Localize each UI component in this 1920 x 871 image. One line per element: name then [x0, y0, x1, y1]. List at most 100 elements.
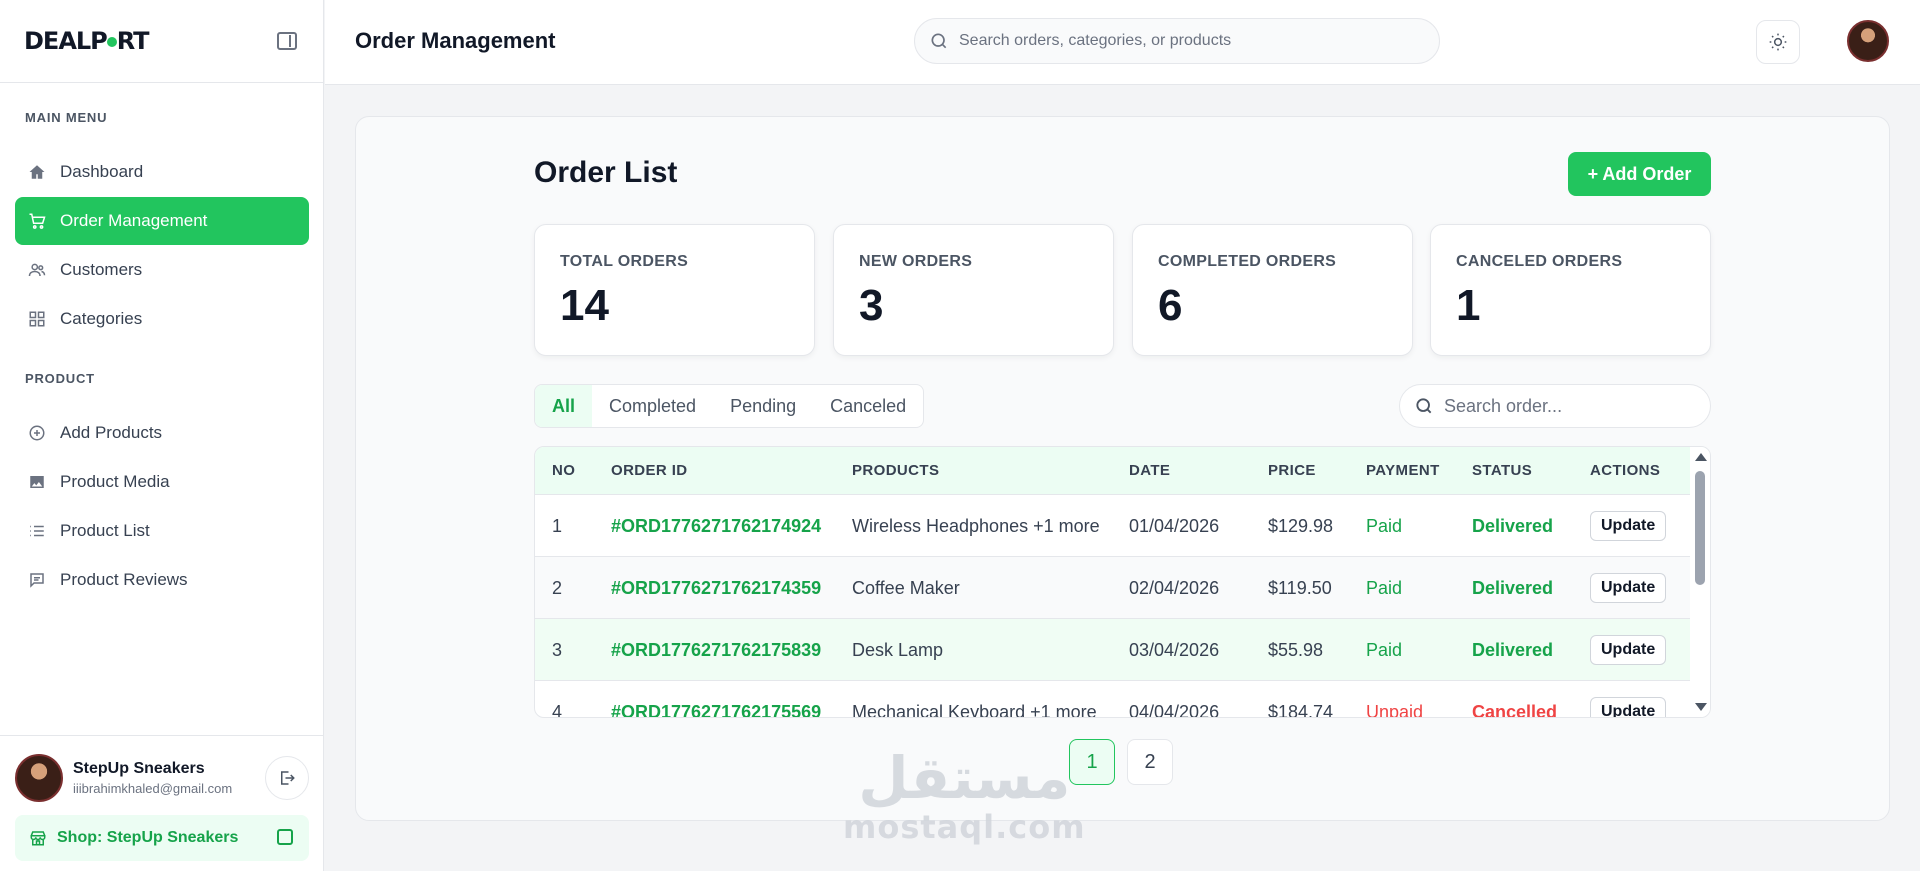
column-header-no: NO: [552, 462, 576, 479]
user-info: StepUp Sneakers iiibrahimkhaled@gmail.co…: [73, 760, 232, 796]
cell-price: $119.50: [1268, 577, 1332, 598]
message-icon: [28, 571, 46, 589]
column-header-products: PRODUCTS: [852, 462, 940, 479]
sidebar-item-product-list[interactable]: Product List: [15, 507, 309, 555]
scroll-up-icon[interactable]: [1695, 453, 1707, 461]
main-menu-title: MAIN MENU: [25, 110, 108, 125]
sidebar-item-label: Categories: [60, 309, 143, 328]
sidebar-item-product-reviews[interactable]: Product Reviews: [15, 556, 309, 604]
sidebar-item-dashboard[interactable]: Dashboard: [15, 148, 309, 196]
sidebar-item-categories[interactable]: Categories: [15, 295, 309, 343]
sidebar-item-label: Product Media: [60, 472, 170, 491]
table-row[interactable]: 4 #ORD1776271762175569 Mechanical Keyboa…: [535, 681, 1692, 718]
stat-value: 3: [859, 281, 884, 330]
cell-date: 02/04/2026: [1129, 577, 1220, 598]
add-order-button[interactable]: + Add Order: [1568, 152, 1711, 196]
shop-link-button[interactable]: Shop: StepUp Sneakers: [15, 815, 309, 861]
product-nav: Add Products Product Media Product List …: [15, 409, 309, 605]
order-id-link[interactable]: #ORD1776271762174924: [611, 495, 821, 557]
search-icon: [931, 33, 947, 49]
orders-table: NO ORDER ID PRODUCTS DATE PRICE PAYMENT …: [534, 446, 1711, 718]
sidebar-item-label: Add Products: [60, 423, 163, 442]
update-button[interactable]: Update: [1590, 511, 1667, 541]
order-status: Delivered: [1472, 515, 1554, 536]
column-header-order-id: ORDER ID: [611, 462, 688, 479]
brand-logo[interactable]: DEALP RT: [24, 27, 150, 55]
order-id-link[interactable]: #ORD1776271762175569: [611, 681, 821, 718]
cell-price: $55.98: [1268, 639, 1324, 660]
scroll-thumb[interactable]: [1695, 471, 1705, 585]
sidebar-item-product-media[interactable]: Product Media: [15, 458, 309, 506]
global-search-input[interactable]: [959, 32, 1419, 50]
sidebar-footer: StepUp Sneakers iiibrahimkhaled@gmail.co…: [0, 735, 324, 871]
payment-status: Unpaid: [1366, 701, 1424, 718]
stat-card-total-orders: TOTAL ORDERS 14: [534, 224, 815, 356]
tab-canceled[interactable]: Canceled: [813, 385, 923, 427]
table-scrollbar[interactable]: [1690, 447, 1710, 717]
stat-card-canceled-orders: CANCELED ORDERS 1: [1430, 224, 1711, 356]
home-icon: [28, 163, 46, 181]
cell-products: Mechanical Keyboard +1 more: [852, 701, 1097, 718]
sidebar-item-order-management[interactable]: Order Management: [15, 197, 309, 245]
cell-date: 03/04/2026: [1129, 639, 1220, 660]
tab-pending[interactable]: Pending: [713, 385, 813, 427]
watermark-latin: mostaql.com: [843, 808, 1086, 846]
stat-card-completed-orders: COMPLETED ORDERS 6: [1132, 224, 1413, 356]
sidebar-item-add-products[interactable]: Add Products: [15, 409, 309, 457]
product-section-title: PRODUCT: [25, 371, 95, 386]
tab-all[interactable]: All: [535, 385, 593, 427]
store-icon: [29, 829, 47, 847]
cell-products: Coffee Maker: [852, 577, 960, 598]
stat-value: 1: [1456, 281, 1481, 330]
order-id-link[interactable]: #ORD1776271762174359: [611, 557, 821, 619]
shop-link-label: Shop: StepUp Sneakers: [57, 829, 239, 846]
user-profile: StepUp Sneakers iiibrahimkhaled@gmail.co…: [15, 754, 232, 802]
stat-value: 6: [1158, 281, 1183, 330]
logout-button[interactable]: [265, 756, 309, 800]
tab-completed[interactable]: Completed: [592, 385, 713, 427]
column-header-price: PRICE: [1268, 462, 1316, 479]
external-link-icon: [277, 829, 293, 845]
sidebar-item-label: Product Reviews: [60, 570, 188, 589]
image-icon: [28, 473, 46, 491]
order-id-link[interactable]: #ORD1776271762175839: [611, 619, 821, 681]
users-icon: [28, 261, 46, 279]
sidebar-item-customers[interactable]: Customers: [15, 246, 309, 294]
table-header: NO ORDER ID PRODUCTS DATE PRICE PAYMENT …: [535, 447, 1710, 495]
user-email: iiibrahimkhaled@gmail.com: [73, 781, 233, 796]
page-button-2[interactable]: 2: [1127, 739, 1173, 785]
cell-price: $129.98: [1268, 515, 1334, 536]
column-header-date: DATE: [1129, 462, 1171, 479]
table-row[interactable]: 2 #ORD1776271762174359 Coffee Maker 02/0…: [535, 557, 1692, 619]
cell-no: 1: [552, 515, 563, 536]
order-status: Delivered: [1472, 639, 1554, 660]
cell-date: 04/04/2026: [1129, 701, 1220, 718]
update-button[interactable]: Update: [1590, 697, 1667, 717]
stat-label: COMPLETED ORDERS: [1158, 253, 1337, 270]
theme-toggle-button[interactable]: [1756, 20, 1800, 64]
stat-label: TOTAL ORDERS: [560, 253, 689, 270]
header-avatar[interactable]: [1847, 20, 1889, 62]
payment-status: Paid: [1366, 577, 1403, 598]
watermark-arabic: مستقل: [858, 744, 1071, 812]
column-header-payment: PAYMENT: [1366, 462, 1440, 479]
watermark: مستقل mostaql.com: [843, 746, 1086, 844]
order-search-input[interactable]: [1444, 395, 1694, 417]
stat-value: 14: [560, 281, 609, 330]
top-header: Order Management: [325, 0, 1920, 85]
cell-no: 4: [552, 701, 563, 718]
table-row[interactable]: 3 #ORD1776271762175839 Desk Lamp 03/04/2…: [535, 619, 1692, 681]
update-button[interactable]: Update: [1590, 573, 1667, 603]
table-row[interactable]: 1 #ORD1776271762174924 Wireless Headphon…: [535, 495, 1692, 557]
cell-products: Wireless Headphones +1 more: [852, 515, 1100, 536]
scroll-down-icon[interactable]: [1695, 703, 1707, 711]
stat-card-new-orders: NEW ORDERS 3: [833, 224, 1114, 356]
update-button[interactable]: Update: [1590, 635, 1667, 665]
logo-row: DEALP RT: [0, 0, 323, 83]
sidebar-toggle-icon[interactable]: [277, 32, 297, 50]
page-title: Order Management: [355, 28, 556, 53]
payment-status: Paid: [1366, 639, 1403, 660]
avatar[interactable]: [15, 754, 63, 802]
column-header-actions: ACTIONS: [1590, 462, 1661, 479]
list-icon: [28, 522, 46, 540]
